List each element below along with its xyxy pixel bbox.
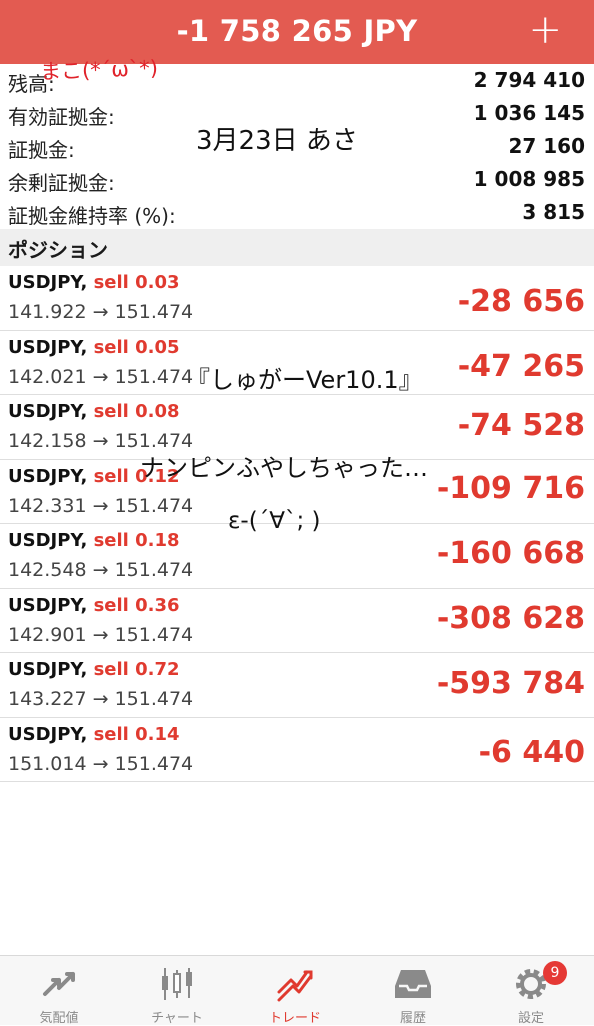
margin-label: 証拠金:	[8, 138, 75, 162]
tab-trade-label: トレード	[268, 1011, 321, 1026]
position-side: sell 0.05	[93, 336, 180, 358]
tab-chart-label: チャート	[151, 1011, 203, 1026]
position-side: sell 0.03	[93, 272, 180, 293]
position-symbol: USDJPY,	[8, 336, 88, 358]
position-symbol: USDJPY,	[8, 594, 88, 616]
handwritten-face-note: ε-(´∀`; )	[228, 508, 321, 534]
position-pnl: -160 668	[436, 536, 585, 571]
position-prices: 151.014 → 151.474	[8, 752, 194, 775]
position-row[interactable]: USDJPY, sell 0.03 141.922 → 151.474 -28 …	[0, 266, 594, 331]
position-side: sell 0.08	[93, 401, 180, 422]
tab-quotes[interactable]: 気配値	[0, 956, 118, 1026]
free-margin-value: 1 008 985	[473, 167, 585, 191]
position-side: sell 0.18	[93, 530, 180, 551]
equity-label: 有効証拠金:	[8, 105, 115, 129]
positions-section-header: ポジション	[0, 229, 594, 266]
position-row[interactable]: USDJPY, sell 0.36 142.901 → 151.474 -308…	[0, 589, 594, 653]
tab-trade[interactable]: トレード	[236, 956, 354, 1026]
position-prices: 142.021 → 151.474	[8, 365, 194, 388]
settings-badge: 9	[543, 961, 567, 985]
position-prices: 142.901 → 151.474	[8, 623, 194, 646]
handwritten-comment-note: ナンピンふやしちゃった…	[140, 454, 428, 482]
balance-value: 2 794 410	[473, 68, 585, 92]
tab-chart[interactable]: チャート	[118, 956, 236, 1026]
tab-history-label: 履歴	[399, 1011, 426, 1026]
margin-value: 27 160	[508, 134, 585, 158]
handwritten-ea-name-note: 『しゅがーVer10.1』	[186, 366, 423, 394]
position-pnl: -47 265	[457, 348, 585, 384]
position-symbol: USDJPY,	[8, 401, 88, 422]
tab-settings-label: 設定	[517, 1011, 544, 1026]
position-side: sell 0.72	[93, 659, 180, 680]
position-pnl: -28 656	[457, 284, 585, 319]
tab-history[interactable]: 履歴	[354, 956, 472, 1026]
position-symbol: USDJPY,	[8, 659, 88, 680]
floating-pnl-title: -1 758 265 JPY	[176, 14, 418, 48]
equity-value: 1 036 145	[473, 101, 585, 125]
position-pnl: -308 628	[436, 600, 585, 636]
position-symbol: USDJPY,	[8, 723, 88, 745]
position-pnl: -109 716	[436, 470, 585, 506]
margin-level-label: 証拠金維持率 (%):	[8, 204, 176, 228]
positions-section-title: ポジション	[8, 238, 108, 262]
position-pnl: -593 784	[436, 666, 585, 701]
handwritten-date-note: 3月23日 あさ	[196, 126, 358, 156]
summary-row-margin-level: 証拠金維持率 (%): 3 815	[0, 196, 594, 229]
position-symbol: USDJPY,	[8, 465, 88, 487]
position-prices: 142.548 → 151.474	[8, 559, 194, 581]
position-symbol: USDJPY,	[8, 530, 88, 551]
position-prices: 141.922 → 151.474	[8, 301, 194, 323]
summary-row-free-margin: 余剰証拠金: 1 008 985	[0, 163, 594, 196]
chart-icon	[162, 968, 192, 1000]
quotes-icon	[43, 972, 75, 996]
position-side: sell 0.36	[93, 594, 180, 616]
free-margin-label: 余剰証拠金:	[8, 171, 115, 195]
trade-icon	[277, 970, 313, 1002]
margin-level-value: 3 815	[522, 200, 585, 224]
handwritten-author-note: まこ(*´ω`*)	[39, 55, 159, 85]
position-row[interactable]: USDJPY, sell 0.72 143.227 → 151.474 -593…	[0, 653, 594, 718]
tab-settings[interactable]: 9 設定	[472, 956, 590, 1026]
add-order-button[interactable]: +	[528, 8, 562, 52]
position-prices: 142.331 → 151.474	[8, 494, 194, 517]
position-side: sell 0.14	[93, 723, 180, 745]
position-symbol: USDJPY,	[8, 272, 88, 293]
position-row[interactable]: USDJPY, sell 0.14 151.014 → 151.474 -6 4…	[0, 718, 594, 782]
tab-quotes-label: 気配値	[39, 1011, 79, 1026]
position-pnl: -74 528	[457, 408, 585, 443]
bottom-tab-bar: 気配値 チャート トレード 履歴 9 設定	[0, 955, 594, 1026]
position-prices: 143.227 → 151.474	[8, 688, 194, 710]
position-pnl: -6 440	[478, 734, 585, 770]
history-icon	[395, 970, 431, 998]
